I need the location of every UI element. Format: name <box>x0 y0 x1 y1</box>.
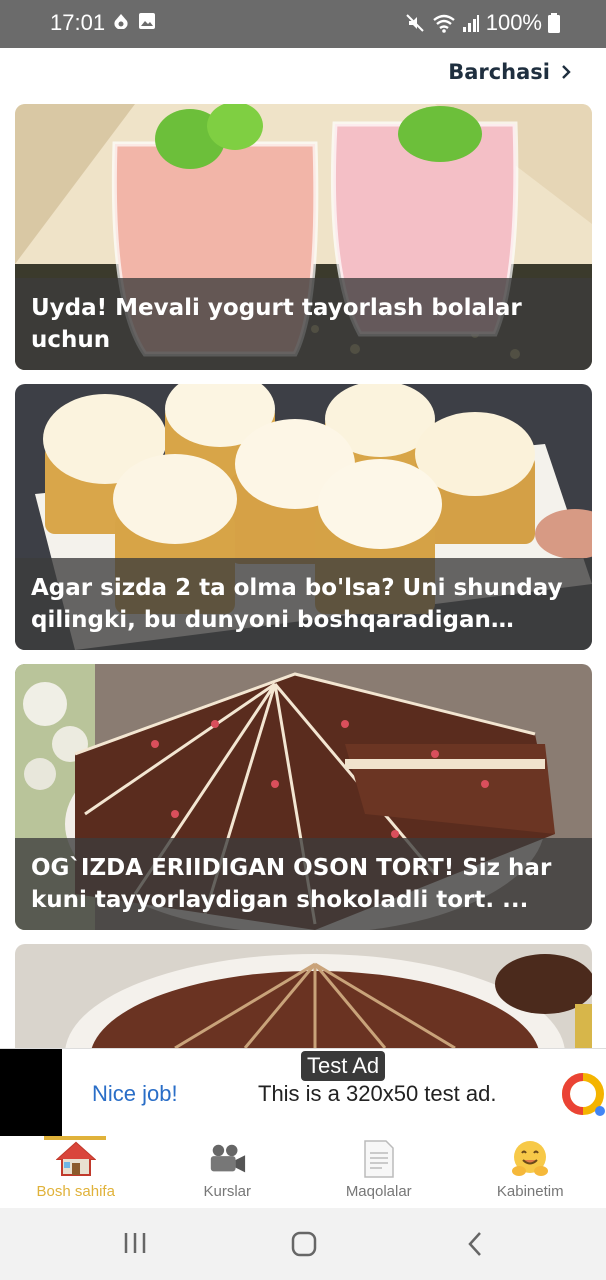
status-bar: 17:01 100% <box>0 0 606 48</box>
ad-cta-link[interactable]: Nice job! <box>92 1081 178 1107</box>
battery-level: 100% <box>485 10 542 35</box>
home-button-icon[interactable] <box>290 1230 318 1258</box>
card-title: Agar sizda 2 ta olma bo'lsa? Uni shunday… <box>31 575 563 633</box>
image-icon <box>139 13 155 29</box>
status-right: 100% <box>404 10 560 36</box>
see-all-label: Barchasi <box>448 60 550 84</box>
card-caption: Agar sizda 2 ta olma bo'lsa? Uni shunday… <box>15 558 592 650</box>
article-card[interactable] <box>15 944 592 1048</box>
ad-logo-icon <box>562 1073 605 1116</box>
battery-icon <box>548 13 560 33</box>
nav-label: Maqolalar <box>345 1183 412 1200</box>
chevron-right-icon <box>562 65 571 79</box>
back-icon[interactable] <box>464 1230 486 1258</box>
article-card[interactable]: OG`IZDA ERIIDIGAN OSON TORT! Siz har kun… <box>15 664 592 930</box>
movie-camera-icon <box>207 1139 247 1179</box>
nav-item-home[interactable]: Bosh sahifa <box>0 1136 152 1208</box>
card-title: Uyda! Mevali yogurt tayorlash bolalar uc… <box>31 295 522 353</box>
nav-item-articles[interactable]: Maqolalar <box>303 1136 455 1208</box>
wifi-icon <box>432 14 455 33</box>
ad-left-block <box>0 1049 62 1137</box>
recent-apps-icon[interactable] <box>122 1230 148 1256</box>
card-title: OG`IZDA ERIIDIGAN OSON TORT! Siz har kun… <box>31 855 552 913</box>
see-all-link[interactable]: Barchasi <box>448 60 572 84</box>
document-icon <box>359 1139 399 1179</box>
bottom-navigation: Bosh sahifa Kurslar Maqolalar Kabinetim <box>0 1136 606 1208</box>
house-icon <box>55 1139 96 1179</box>
status-time: 17:01 <box>50 10 106 35</box>
nav-item-courses[interactable]: Kurslar <box>152 1136 304 1208</box>
mute-icon <box>406 14 424 32</box>
app-notification-icon <box>114 14 128 29</box>
card-caption: OG`IZDA ERIIDIGAN OSON TORT! Siz har kun… <box>15 838 592 930</box>
ad-text: This is a 320x50 test ad. <box>258 1081 497 1106</box>
card-caption: Uyda! Mevali yogurt tayorlash bolalar uc… <box>15 278 592 370</box>
section-header: Barchasi <box>0 48 606 102</box>
nav-item-cabinet[interactable]: Kabinetim <box>455 1136 606 1208</box>
nav-label: Kurslar <box>203 1183 251 1200</box>
notification-icons <box>112 12 156 32</box>
system-navigation-bar <box>0 1208 606 1280</box>
hugging-face-icon <box>510 1139 550 1179</box>
nav-label: Kabinetim <box>496 1183 564 1200</box>
article-card[interactable]: Uyda! Mevali yogurt tayorlash bolalar uc… <box>15 104 592 370</box>
card-image-cake-top <box>15 944 592 1048</box>
ad-test-tag: Test Ad <box>301 1051 386 1081</box>
signal-icon <box>462 15 479 32</box>
ad-banner[interactable]: Test Ad Nice job! This is a 320x50 test … <box>0 1048 606 1137</box>
article-card[interactable]: Agar sizda 2 ta olma bo'lsa? Uni shunday… <box>15 384 592 650</box>
nav-label: Bosh sahifa <box>36 1183 115 1200</box>
